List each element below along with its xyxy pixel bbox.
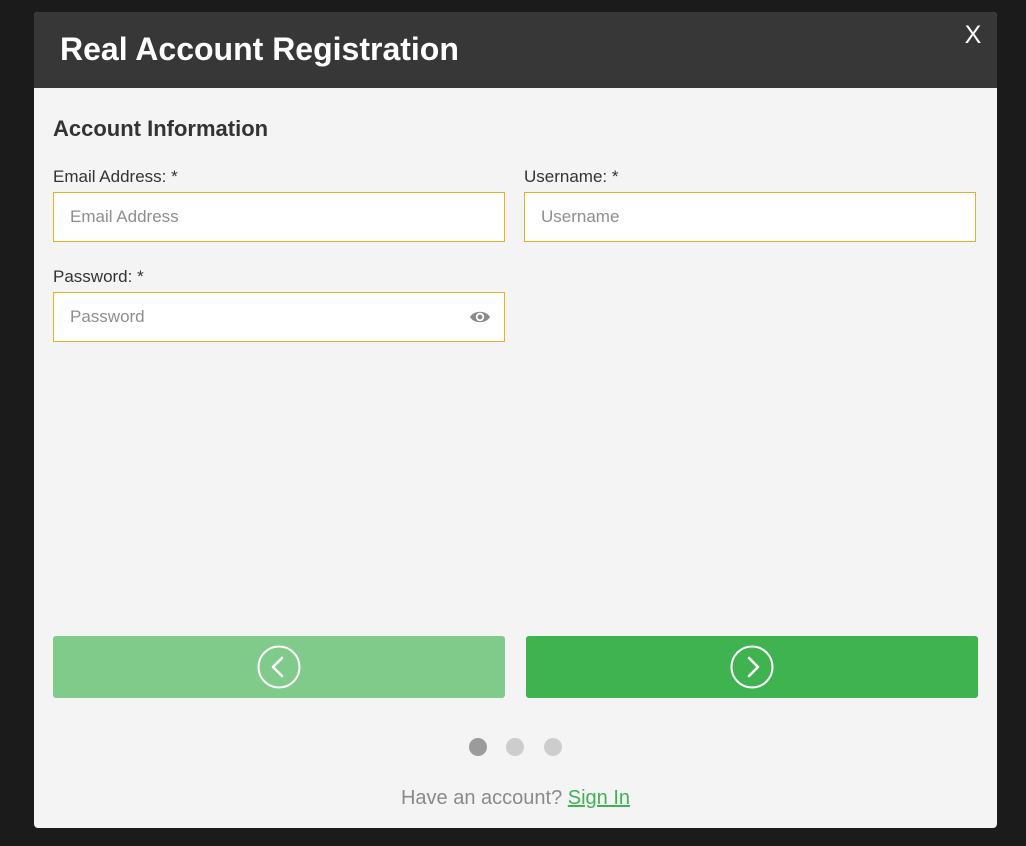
email-field-box: [53, 192, 505, 242]
step-dot-2[interactable]: [506, 738, 524, 756]
username-input[interactable]: [525, 193, 975, 241]
email-label: Email Address: *: [53, 167, 178, 186]
signin-prompt-text: Have an account?: [400, 787, 563, 809]
next-button[interactable]: [526, 636, 978, 698]
registration-modal: Real Account Registration X Account Info…: [34, 12, 997, 828]
password-label: Password: *: [53, 267, 144, 286]
close-button[interactable]: X: [961, 20, 985, 50]
password-field-box: [53, 292, 505, 342]
previous-button[interactable]: [53, 636, 505, 698]
email-input[interactable]: [54, 193, 504, 241]
section-title: Account Information: [53, 116, 269, 141]
signin-prompt: Have an account? Sign In: [34, 785, 997, 811]
modal-title: Real Account Registration: [60, 31, 459, 67]
step-dot-1[interactable]: [469, 738, 487, 756]
signin-link[interactable]: Sign In: [568, 787, 630, 809]
username-field-box: [524, 192, 976, 242]
username-label: Username: *: [524, 167, 619, 186]
eye-icon[interactable]: [468, 307, 492, 327]
modal-header: Real Account Registration X: [34, 12, 997, 88]
step-dot-3[interactable]: [544, 738, 562, 756]
chevron-right-circle-icon: [730, 645, 774, 689]
password-input[interactable]: [54, 293, 504, 341]
chevron-left-circle-icon: [257, 645, 301, 689]
